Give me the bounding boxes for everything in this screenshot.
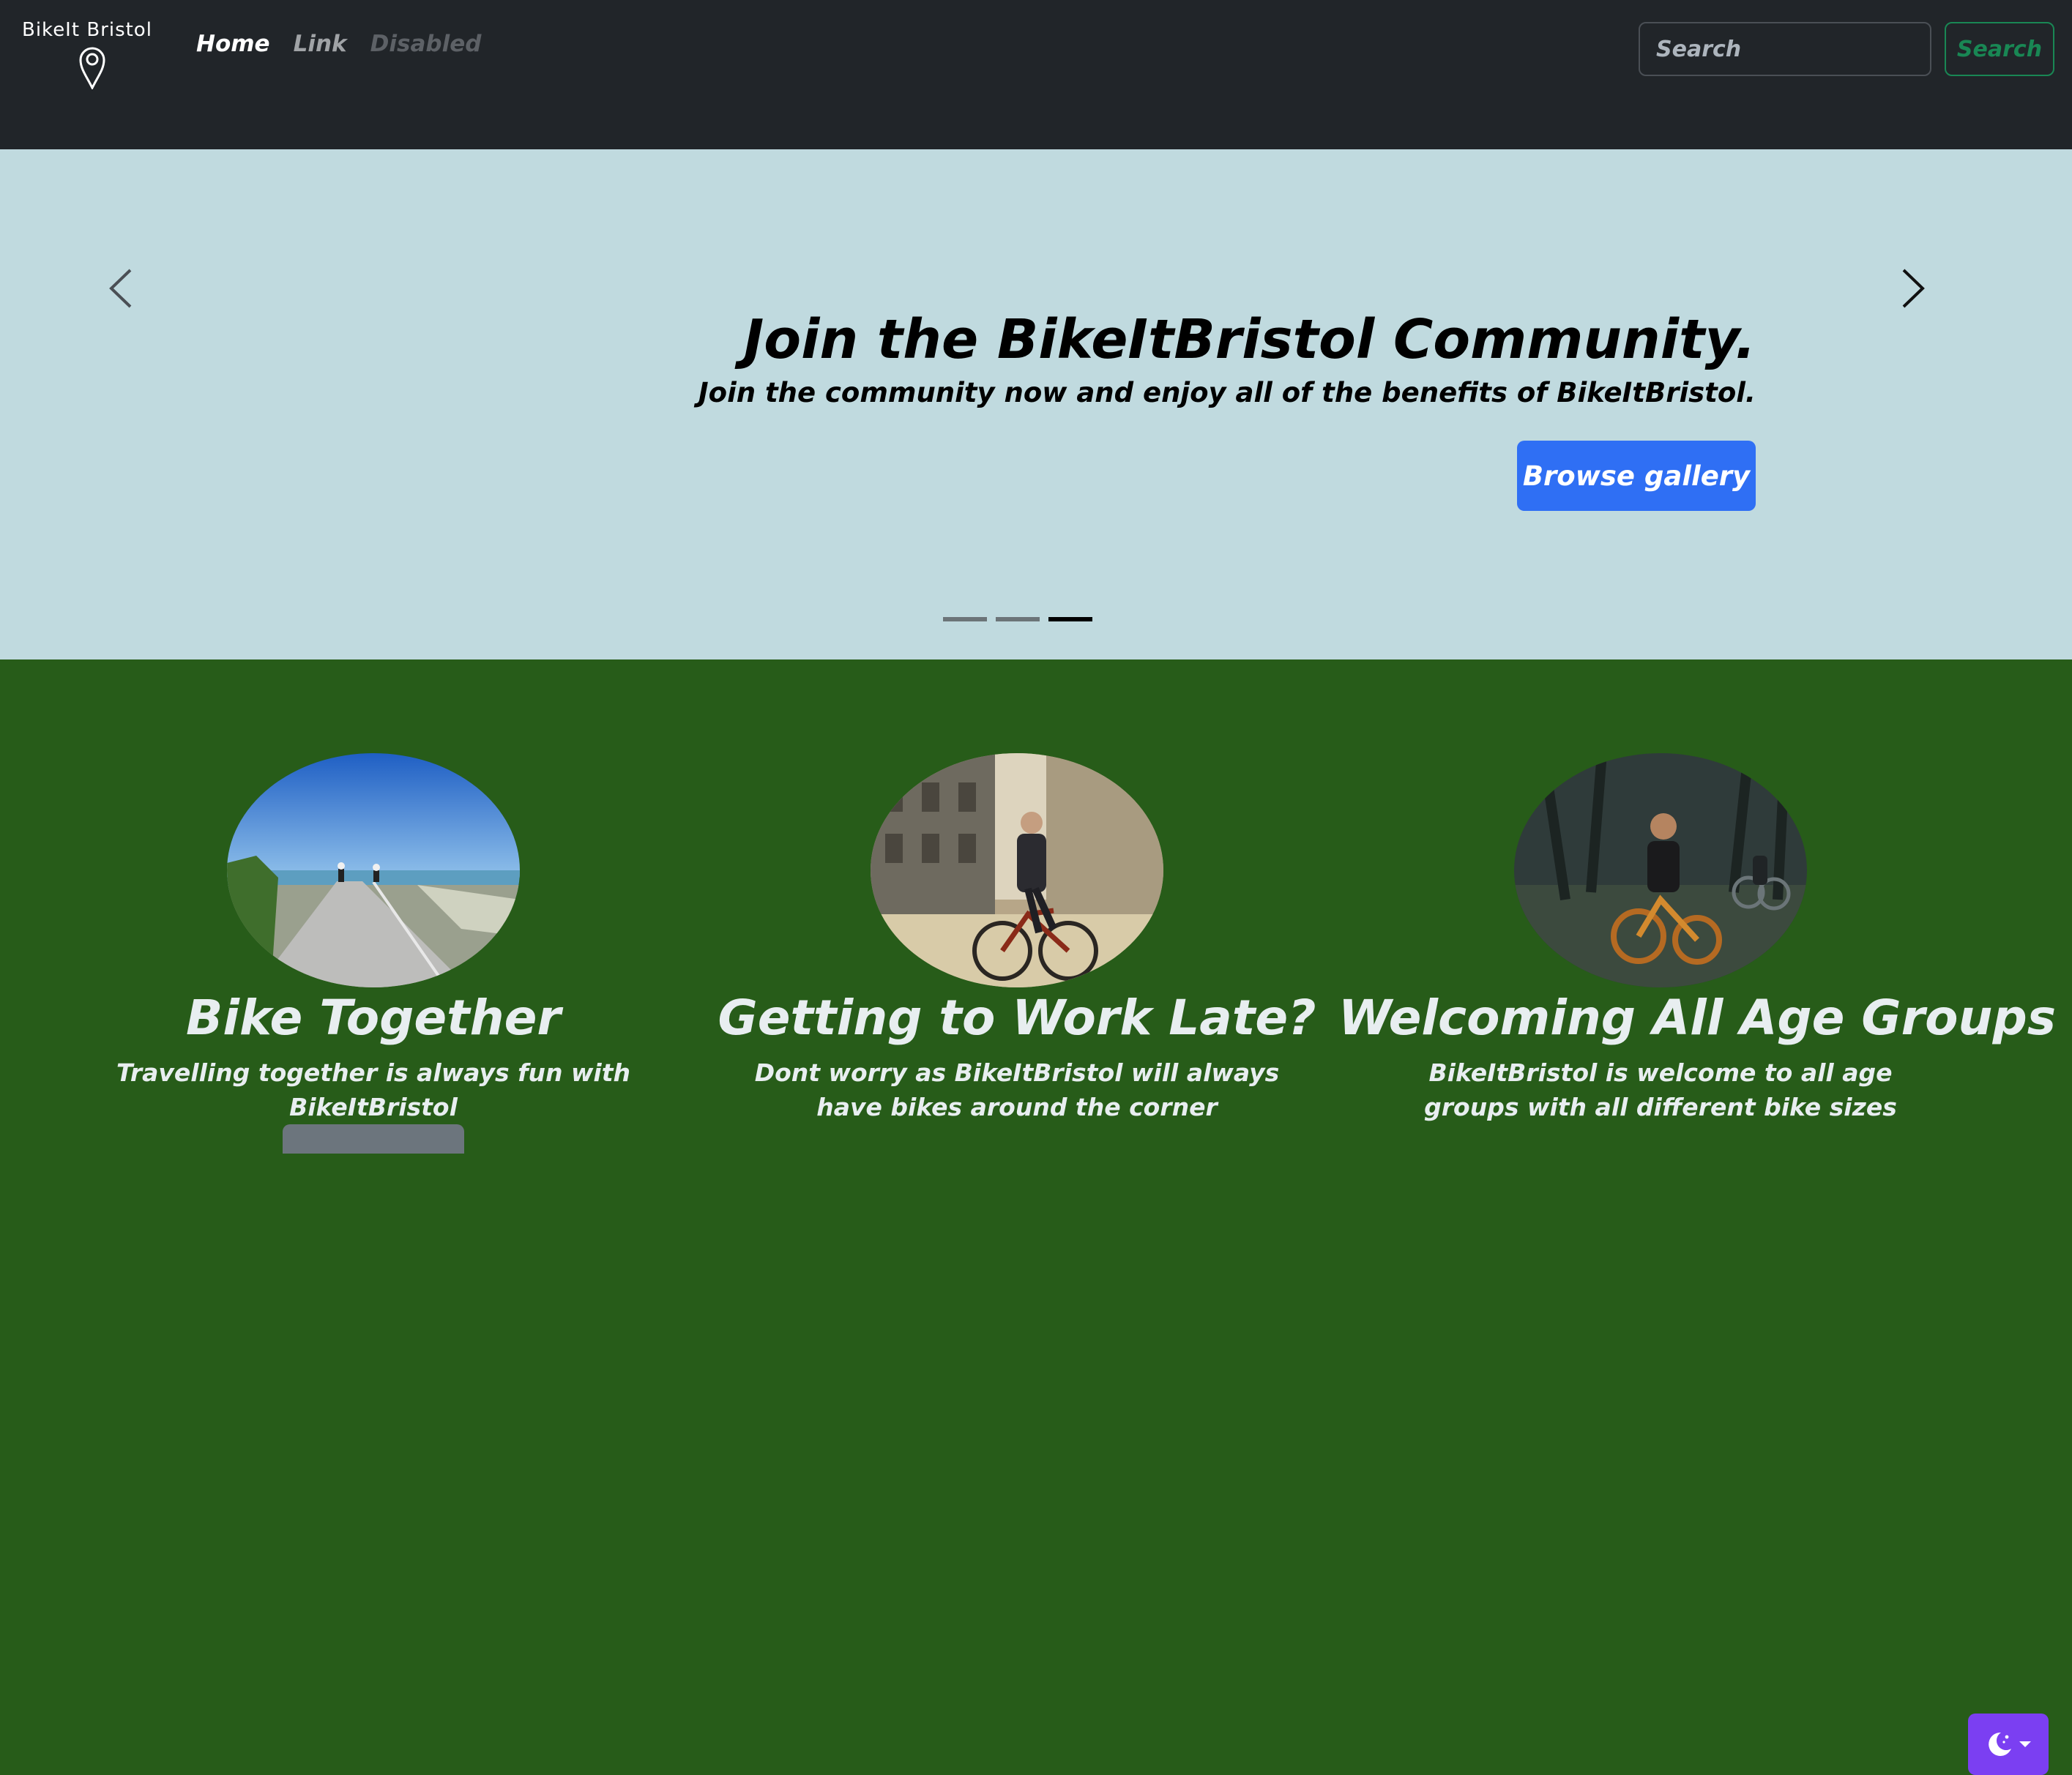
feature-description: Travelling together is always fun with B… bbox=[116, 1058, 631, 1122]
brand-logo-text: BikeIt Bristol bbox=[22, 19, 152, 41]
carousel-heading: Join the BikeItBristol Community. bbox=[743, 308, 1756, 371]
carousel-text: Join the community now and enjoy all of … bbox=[698, 377, 1756, 409]
moon-stars-icon bbox=[1989, 1732, 2011, 1756]
carousel-next-button[interactable] bbox=[1895, 259, 1931, 318]
map-pin-icon bbox=[79, 47, 105, 89]
chevron-down-icon bbox=[2019, 1741, 2031, 1747]
chevron-right-icon bbox=[1902, 269, 1925, 308]
feature-card: Bike Together Travelling together is alw… bbox=[51, 753, 696, 1154]
feature-title: Getting to Work Late? bbox=[718, 990, 1316, 1046]
feature-description: BikeItBristol is welcome to all age grou… bbox=[1424, 1058, 1897, 1122]
hero-carousel: Join the BikeItBristol Community. Join t… bbox=[0, 149, 2072, 659]
nav-link-home[interactable]: Home bbox=[196, 31, 270, 57]
navbar: BikeIt Bristol Home Link Disabled Search bbox=[0, 0, 2072, 149]
brand-logo[interactable]: BikeIt Bristol bbox=[21, 19, 152, 89]
carousel-indicator-2[interactable] bbox=[996, 617, 1040, 621]
feature-button[interactable] bbox=[283, 1124, 464, 1154]
browse-gallery-button[interactable]: Browse gallery bbox=[1517, 441, 1756, 512]
carousel-prev-button[interactable] bbox=[103, 259, 139, 318]
feature-image-work-late bbox=[871, 753, 1163, 987]
feature-title: Welcoming All Age Groups bbox=[1338, 990, 2056, 1046]
feature-card: Welcoming All Age Groups BikeItBristol i… bbox=[1338, 753, 2056, 1124]
features-section: Bike Together Travelling together is alw… bbox=[0, 659, 2072, 1775]
carousel-indicators bbox=[943, 617, 1092, 621]
carousel-indicator-3[interactable] bbox=[1048, 617, 1092, 621]
carousel-caption: Join the BikeItBristol Community. Join t… bbox=[698, 308, 1756, 512]
nav-link-disabled: Disabled bbox=[370, 31, 482, 57]
search-input[interactable] bbox=[1639, 22, 1931, 76]
nav-links: Home Link Disabled bbox=[196, 31, 481, 57]
feature-title: Bike Together bbox=[186, 990, 561, 1046]
chevron-left-icon bbox=[109, 269, 132, 308]
nav-link-link[interactable]: Link bbox=[294, 31, 347, 57]
feature-image-age-groups bbox=[1514, 753, 1807, 987]
theme-toggle-button[interactable] bbox=[1968, 1714, 2049, 1775]
feature-card: Getting to Work Late? Dont worry as Bike… bbox=[695, 753, 1339, 1124]
carousel-indicator-1[interactable] bbox=[943, 617, 987, 621]
feature-image-bike-together bbox=[227, 753, 520, 987]
search-button[interactable]: Search bbox=[1945, 22, 2054, 76]
feature-description: Dont worry as BikeItBristol will always … bbox=[754, 1058, 1280, 1122]
